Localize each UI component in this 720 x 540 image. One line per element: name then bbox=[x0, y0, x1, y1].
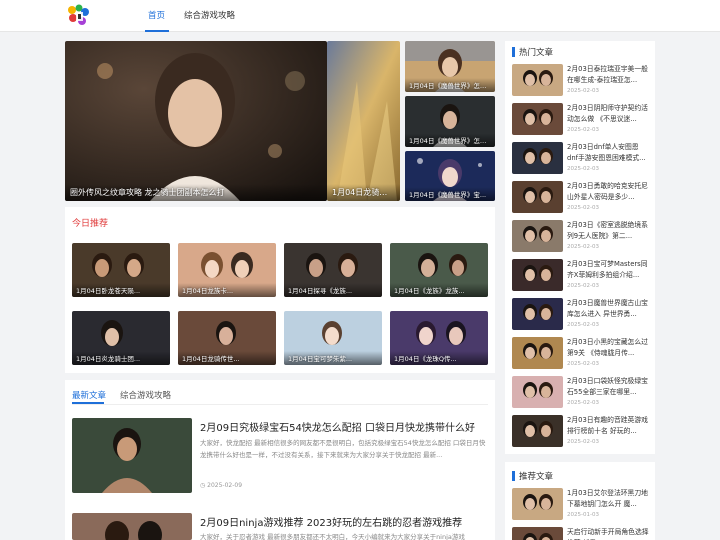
side-article-title[interactable]: 2月03日有趣的音跬英游戏排行榜前十名 好玩的... bbox=[567, 415, 649, 437]
hero-main-image bbox=[65, 41, 327, 201]
side-thumbnail[interactable] bbox=[512, 103, 563, 135]
side-thumbnail[interactable] bbox=[512, 488, 563, 520]
side-article-date: 2025-01-03 bbox=[567, 512, 599, 518]
today-card[interactable]: 1月04日炎龙骑士团... bbox=[72, 311, 170, 365]
side-article-title[interactable]: 2月03日魔兽世界魔古山宝库怎么进入 异世界勇... bbox=[567, 298, 649, 320]
article-summary: 大家好，关于忍者游戏 最新很多朋友都还不太明白，今天小编就来为大家分享关于nin… bbox=[200, 533, 465, 540]
side-article-title[interactable]: 2月03日dnf单人安图恩dnf手游安图恩困难模式... bbox=[567, 142, 649, 164]
side-article-date: 2025-02-03 bbox=[567, 283, 599, 289]
side-article-date: 2025-02-03 bbox=[567, 439, 599, 445]
hero-second-caption: 1月04日龙骑传 副 bbox=[327, 184, 400, 201]
side-image bbox=[512, 181, 563, 213]
nav-home[interactable]: 首页 bbox=[148, 9, 165, 21]
side-thumbnail[interactable] bbox=[512, 220, 563, 252]
hot-title-marker bbox=[512, 47, 515, 57]
hero-side-card[interactable]: 1月04日《魔兽世界》宝... bbox=[405, 151, 495, 201]
hero-side-card[interactable]: 1月04日《魔兽世界》怎么刷公... bbox=[405, 41, 495, 92]
side-image bbox=[512, 415, 563, 447]
side-image bbox=[512, 337, 563, 369]
article-title[interactable]: 2月09日究极绿宝石54快龙怎么配招 口袋日月快龙携带什么好 bbox=[200, 419, 475, 434]
article-thumbnail[interactable] bbox=[72, 418, 192, 493]
today-card[interactable]: 1月04日龙骑传世... bbox=[178, 311, 276, 365]
article-image bbox=[72, 418, 192, 493]
side-article-date: 2025-02-03 bbox=[567, 361, 599, 367]
today-card-caption: 1月04日《龙族》龙族... bbox=[390, 283, 488, 297]
hero-side-caption: 1月04日《魔兽世界》怎么... bbox=[405, 133, 495, 147]
side-article-date: 2025-02-03 bbox=[567, 400, 599, 406]
side-article-date: 2025-02-03 bbox=[567, 205, 599, 211]
today-card-caption: 1月04日卧龙苍天陨... bbox=[72, 283, 170, 297]
side-article-title[interactable]: 2月03日《密室逃脱绝境系列9无人医院》第二... bbox=[567, 220, 649, 242]
hero-side-caption: 1月04日《魔兽世界》宝... bbox=[405, 187, 495, 201]
side-thumbnail[interactable] bbox=[512, 337, 563, 369]
article-image bbox=[72, 513, 192, 540]
side-thumbnail[interactable] bbox=[512, 298, 563, 330]
side-article-title[interactable]: 2月03日勇敢的哈克安托尼山外星人密码是多少... bbox=[567, 181, 649, 203]
side-image bbox=[512, 488, 563, 520]
side-article-date: 2025-02-03 bbox=[567, 322, 599, 328]
recommend-articles-title: 推荐文章 bbox=[519, 472, 554, 482]
side-article-title[interactable]: 1月03日艾尔登法环黑刀地下墓地钥门怎么开 魔... bbox=[567, 488, 649, 510]
hero-second-image bbox=[327, 41, 400, 201]
side-thumbnail[interactable] bbox=[512, 527, 563, 540]
article-title[interactable]: 2月09日ninja游戏推荐 2023好玩的左右跳的忍者游戏推荐 bbox=[200, 514, 462, 529]
side-image bbox=[512, 220, 563, 252]
side-thumbnail[interactable] bbox=[512, 142, 563, 174]
side-article-date: 2025-02-03 bbox=[567, 166, 599, 172]
tab-game-guides[interactable]: 综合游戏攻略 bbox=[120, 389, 171, 401]
today-card-caption: 1月04日宝可梦朱紫... bbox=[284, 351, 382, 365]
side-thumbnail[interactable] bbox=[512, 415, 563, 447]
today-card-caption: 1月04日龙族卡... bbox=[178, 283, 276, 297]
side-article-date: 2025-02-03 bbox=[567, 88, 599, 94]
nav-active-indicator bbox=[145, 30, 169, 32]
side-article-title[interactable]: 2月03日阴阳师守护契约活动怎么做 《不思议迷... bbox=[567, 103, 649, 125]
side-article-date: 2025-02-03 bbox=[567, 244, 599, 250]
today-card[interactable]: 1月04日龙族卡... bbox=[178, 243, 276, 297]
side-thumbnail[interactable] bbox=[512, 376, 563, 408]
side-image bbox=[512, 527, 563, 540]
side-article-date: 2025-02-03 bbox=[567, 127, 599, 133]
tab-divider bbox=[72, 404, 488, 405]
site-logo[interactable] bbox=[66, 4, 92, 28]
side-article-title[interactable]: 2月03日口袋妖怪究极绿宝石55全部三家在哪里... bbox=[567, 376, 649, 398]
hot-articles-title: 热门文章 bbox=[519, 48, 554, 58]
article-date: ◷ 2025-02-09 bbox=[200, 482, 243, 489]
tab-latest[interactable]: 最新文章 bbox=[72, 389, 106, 401]
today-card[interactable]: 1月04日宝可梦朱紫... bbox=[284, 311, 382, 365]
hero-main-slide[interactable]: 圈外传风之纹章攻略 龙之骑士团副本怎么打 bbox=[65, 41, 327, 201]
nav-game-guides[interactable]: 综合游戏攻略 bbox=[184, 9, 235, 21]
hero-second-slide[interactable]: 1月04日龙骑传 副 bbox=[327, 41, 400, 201]
article-summary: 大家好，快龙配招 最新相信很多的网友都不是很明白，包括究极绿宝石54快龙怎么配招… bbox=[200, 439, 486, 459]
article-date-text: 2025-02-09 bbox=[207, 482, 243, 489]
hero-side-caption: 1月04日《魔兽世界》怎么刷公... bbox=[405, 78, 495, 92]
today-card[interactable]: 1月04日《龙族》龙族... bbox=[390, 243, 488, 297]
side-article-title[interactable]: 天启行动新手开局角色选择推荐 新手... bbox=[567, 527, 649, 540]
today-card[interactable]: 1月04日探寻《龙族... bbox=[284, 243, 382, 297]
side-thumbnail[interactable] bbox=[512, 259, 563, 291]
article-thumbnail[interactable] bbox=[72, 513, 192, 540]
side-image bbox=[512, 376, 563, 408]
today-card[interactable]: 1月04日卧龙苍天陨... bbox=[72, 243, 170, 297]
side-thumbnail[interactable] bbox=[512, 181, 563, 213]
hero-main-caption: 圈外传风之纹章攻略 龙之骑士团副本怎么打 bbox=[65, 184, 327, 201]
side-image bbox=[512, 298, 563, 330]
recommend-title-marker bbox=[512, 471, 515, 481]
top-navbar: 首页 综合游戏攻略 bbox=[0, 0, 720, 32]
side-image bbox=[512, 142, 563, 174]
side-image bbox=[512, 103, 563, 135]
today-card-caption: 1月04日探寻《龙族... bbox=[284, 283, 382, 297]
side-image bbox=[512, 64, 563, 96]
hero-side-card[interactable]: 1月04日《魔兽世界》怎么... bbox=[405, 96, 495, 147]
side-article-title[interactable]: 2月03日泰拉瑞亚宇美一般在哪生成-泰拉瑞亚怎... bbox=[567, 64, 649, 86]
today-recommend-title: 今日推荐 bbox=[72, 219, 109, 229]
today-card-caption: 1月04日《龙珠Q传... bbox=[390, 351, 488, 365]
today-card-caption: 1月04日炎龙骑士团... bbox=[72, 351, 170, 365]
side-image bbox=[512, 259, 563, 291]
side-thumbnail[interactable] bbox=[512, 64, 563, 96]
today-card-caption: 1月04日龙骑传世... bbox=[178, 351, 276, 365]
today-card[interactable]: 1月04日《龙珠Q传... bbox=[390, 311, 488, 365]
side-article-title[interactable]: 2月03日小黑的宝藏怎么过第9关 《侍魂胧月传... bbox=[567, 337, 649, 359]
side-article-title[interactable]: 2月03日宝可梦Masters同齐X菲姆利多拍组介绍... bbox=[567, 259, 649, 281]
